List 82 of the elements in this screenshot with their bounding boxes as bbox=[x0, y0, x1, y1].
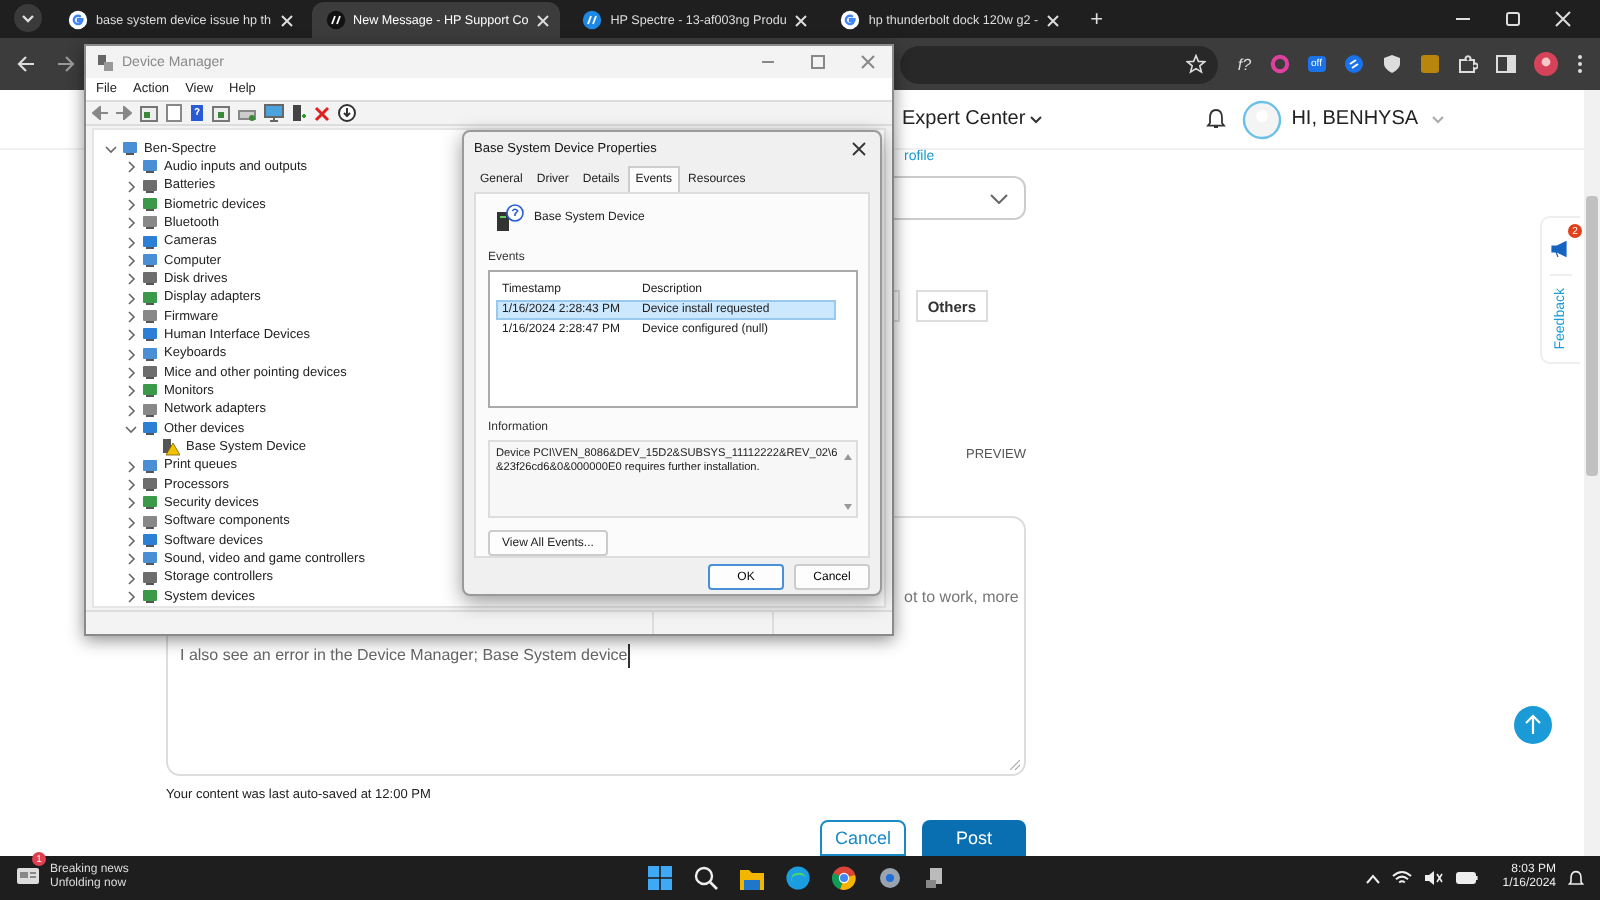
close-icon[interactable] bbox=[852, 141, 866, 155]
expand-chevron-icon[interactable] bbox=[124, 515, 138, 530]
monitor-icon[interactable] bbox=[264, 104, 284, 122]
side-panel-icon[interactable] bbox=[1496, 54, 1516, 75]
expand-chevron-icon[interactable] bbox=[124, 366, 138, 381]
new-tab-button[interactable]: + bbox=[1090, 8, 1104, 33]
battery-icon[interactable] bbox=[1456, 870, 1479, 886]
circle-icon[interactable] bbox=[1344, 54, 1364, 75]
search-icon[interactable] bbox=[694, 866, 718, 890]
scroll-to-top-icon[interactable] bbox=[1514, 706, 1552, 744]
window-icon[interactable] bbox=[140, 105, 158, 121]
expand-chevron-icon[interactable] bbox=[124, 179, 138, 194]
scroll-up-icon[interactable] bbox=[844, 454, 852, 461]
user-name[interactable]: HI, BENHYSA bbox=[1291, 108, 1419, 130]
expand-chevron-icon[interactable] bbox=[124, 534, 138, 549]
expand-chevron-icon[interactable] bbox=[124, 254, 138, 269]
post-button[interactable]: Post bbox=[922, 820, 1026, 856]
resize-grip-icon[interactable] bbox=[1010, 760, 1020, 770]
expand-chevron-icon[interactable] bbox=[124, 384, 138, 399]
start-icon[interactable] bbox=[648, 866, 672, 890]
expand-chevron-icon[interactable] bbox=[124, 235, 138, 250]
shield-icon[interactable] bbox=[1382, 54, 1402, 75]
puzzle-icon[interactable] bbox=[1458, 54, 1478, 75]
collapse-chevron-icon[interactable] bbox=[124, 422, 138, 437]
device-manager-icon bbox=[96, 53, 114, 71]
gear-icon[interactable] bbox=[878, 866, 902, 890]
browser-icon[interactable] bbox=[832, 866, 856, 890]
expand-chevron-icon[interactable] bbox=[124, 328, 138, 343]
expand-chevron-icon[interactable] bbox=[124, 459, 138, 474]
message-text: I also see an error in the Device Manager; Base System device bbox=[180, 644, 630, 668]
collapse-chevron-icon[interactable] bbox=[104, 142, 118, 157]
printer-icon[interactable] bbox=[238, 105, 256, 121]
more-icon[interactable] bbox=[1576, 54, 1584, 75]
ring-icon[interactable] bbox=[1269, 54, 1290, 75]
expand-chevron-icon[interactable] bbox=[124, 198, 138, 213]
window-icon[interactable] bbox=[212, 105, 230, 121]
browser-icon[interactable] bbox=[786, 866, 810, 890]
expand-chevron-icon[interactable] bbox=[124, 160, 138, 175]
expand-chevron-icon[interactable] bbox=[124, 347, 138, 362]
cancel-button[interactable]: Cancel bbox=[820, 820, 906, 856]
tab-list-icon[interactable] bbox=[14, 4, 42, 33]
scrollbar-thumb[interactable] bbox=[1586, 196, 1598, 476]
chevron-up-icon[interactable] bbox=[1366, 873, 1381, 883]
chevron-down-icon bbox=[990, 193, 1008, 203]
favicon-icon bbox=[325, 10, 346, 31]
favicon-icon bbox=[840, 10, 861, 31]
expand-chevron-icon[interactable] bbox=[124, 310, 138, 325]
nav-menu[interactable]: Expert Center bbox=[902, 108, 1026, 130]
help-icon[interactable] bbox=[190, 104, 204, 122]
favicon-icon bbox=[68, 10, 88, 31]
expand-chevron-icon[interactable] bbox=[124, 403, 138, 418]
expand-chevron-icon[interactable] bbox=[124, 291, 138, 306]
expand-chevron-icon[interactable] bbox=[124, 216, 138, 231]
speaker-icon[interactable] bbox=[1424, 870, 1445, 886]
square-icon[interactable] bbox=[1420, 54, 1440, 75]
expand-chevron-icon[interactable] bbox=[124, 272, 138, 287]
folder-icon[interactable] bbox=[740, 867, 764, 889]
megaphone-icon bbox=[1550, 240, 1572, 258]
unknown-device-icon bbox=[496, 204, 524, 232]
wifi-icon[interactable] bbox=[1392, 870, 1413, 886]
add-device-icon[interactable] bbox=[292, 104, 306, 122]
forward-arrow-icon[interactable] bbox=[116, 106, 132, 120]
scrollbar[interactable] bbox=[1584, 90, 1600, 856]
download-icon[interactable] bbox=[338, 104, 356, 122]
expand-chevron-icon[interactable] bbox=[124, 552, 138, 567]
expand-chevron-icon[interactable] bbox=[124, 590, 138, 605]
news-icon bbox=[16, 866, 40, 886]
bell-icon[interactable] bbox=[1205, 108, 1226, 130]
document-icon[interactable] bbox=[166, 104, 182, 122]
star-icon[interactable] bbox=[1185, 54, 1206, 75]
device-icon bbox=[122, 140, 138, 159]
expand-chevron-icon[interactable] bbox=[124, 496, 138, 511]
computer-icon[interactable] bbox=[924, 866, 948, 890]
caret-icon[interactable] bbox=[1029, 115, 1042, 123]
expand-chevron-icon[interactable] bbox=[124, 571, 138, 586]
favicon-icon bbox=[582, 10, 603, 31]
message-text: ot to work, more bbox=[904, 586, 1019, 610]
expand-chevron-icon[interactable] bbox=[124, 478, 138, 493]
avatar-icon[interactable] bbox=[1534, 52, 1558, 77]
forward-arrow-icon[interactable] bbox=[56, 54, 76, 75]
scroll-down-icon[interactable] bbox=[844, 504, 852, 511]
extension-button[interactable]: f? bbox=[1237, 55, 1252, 74]
